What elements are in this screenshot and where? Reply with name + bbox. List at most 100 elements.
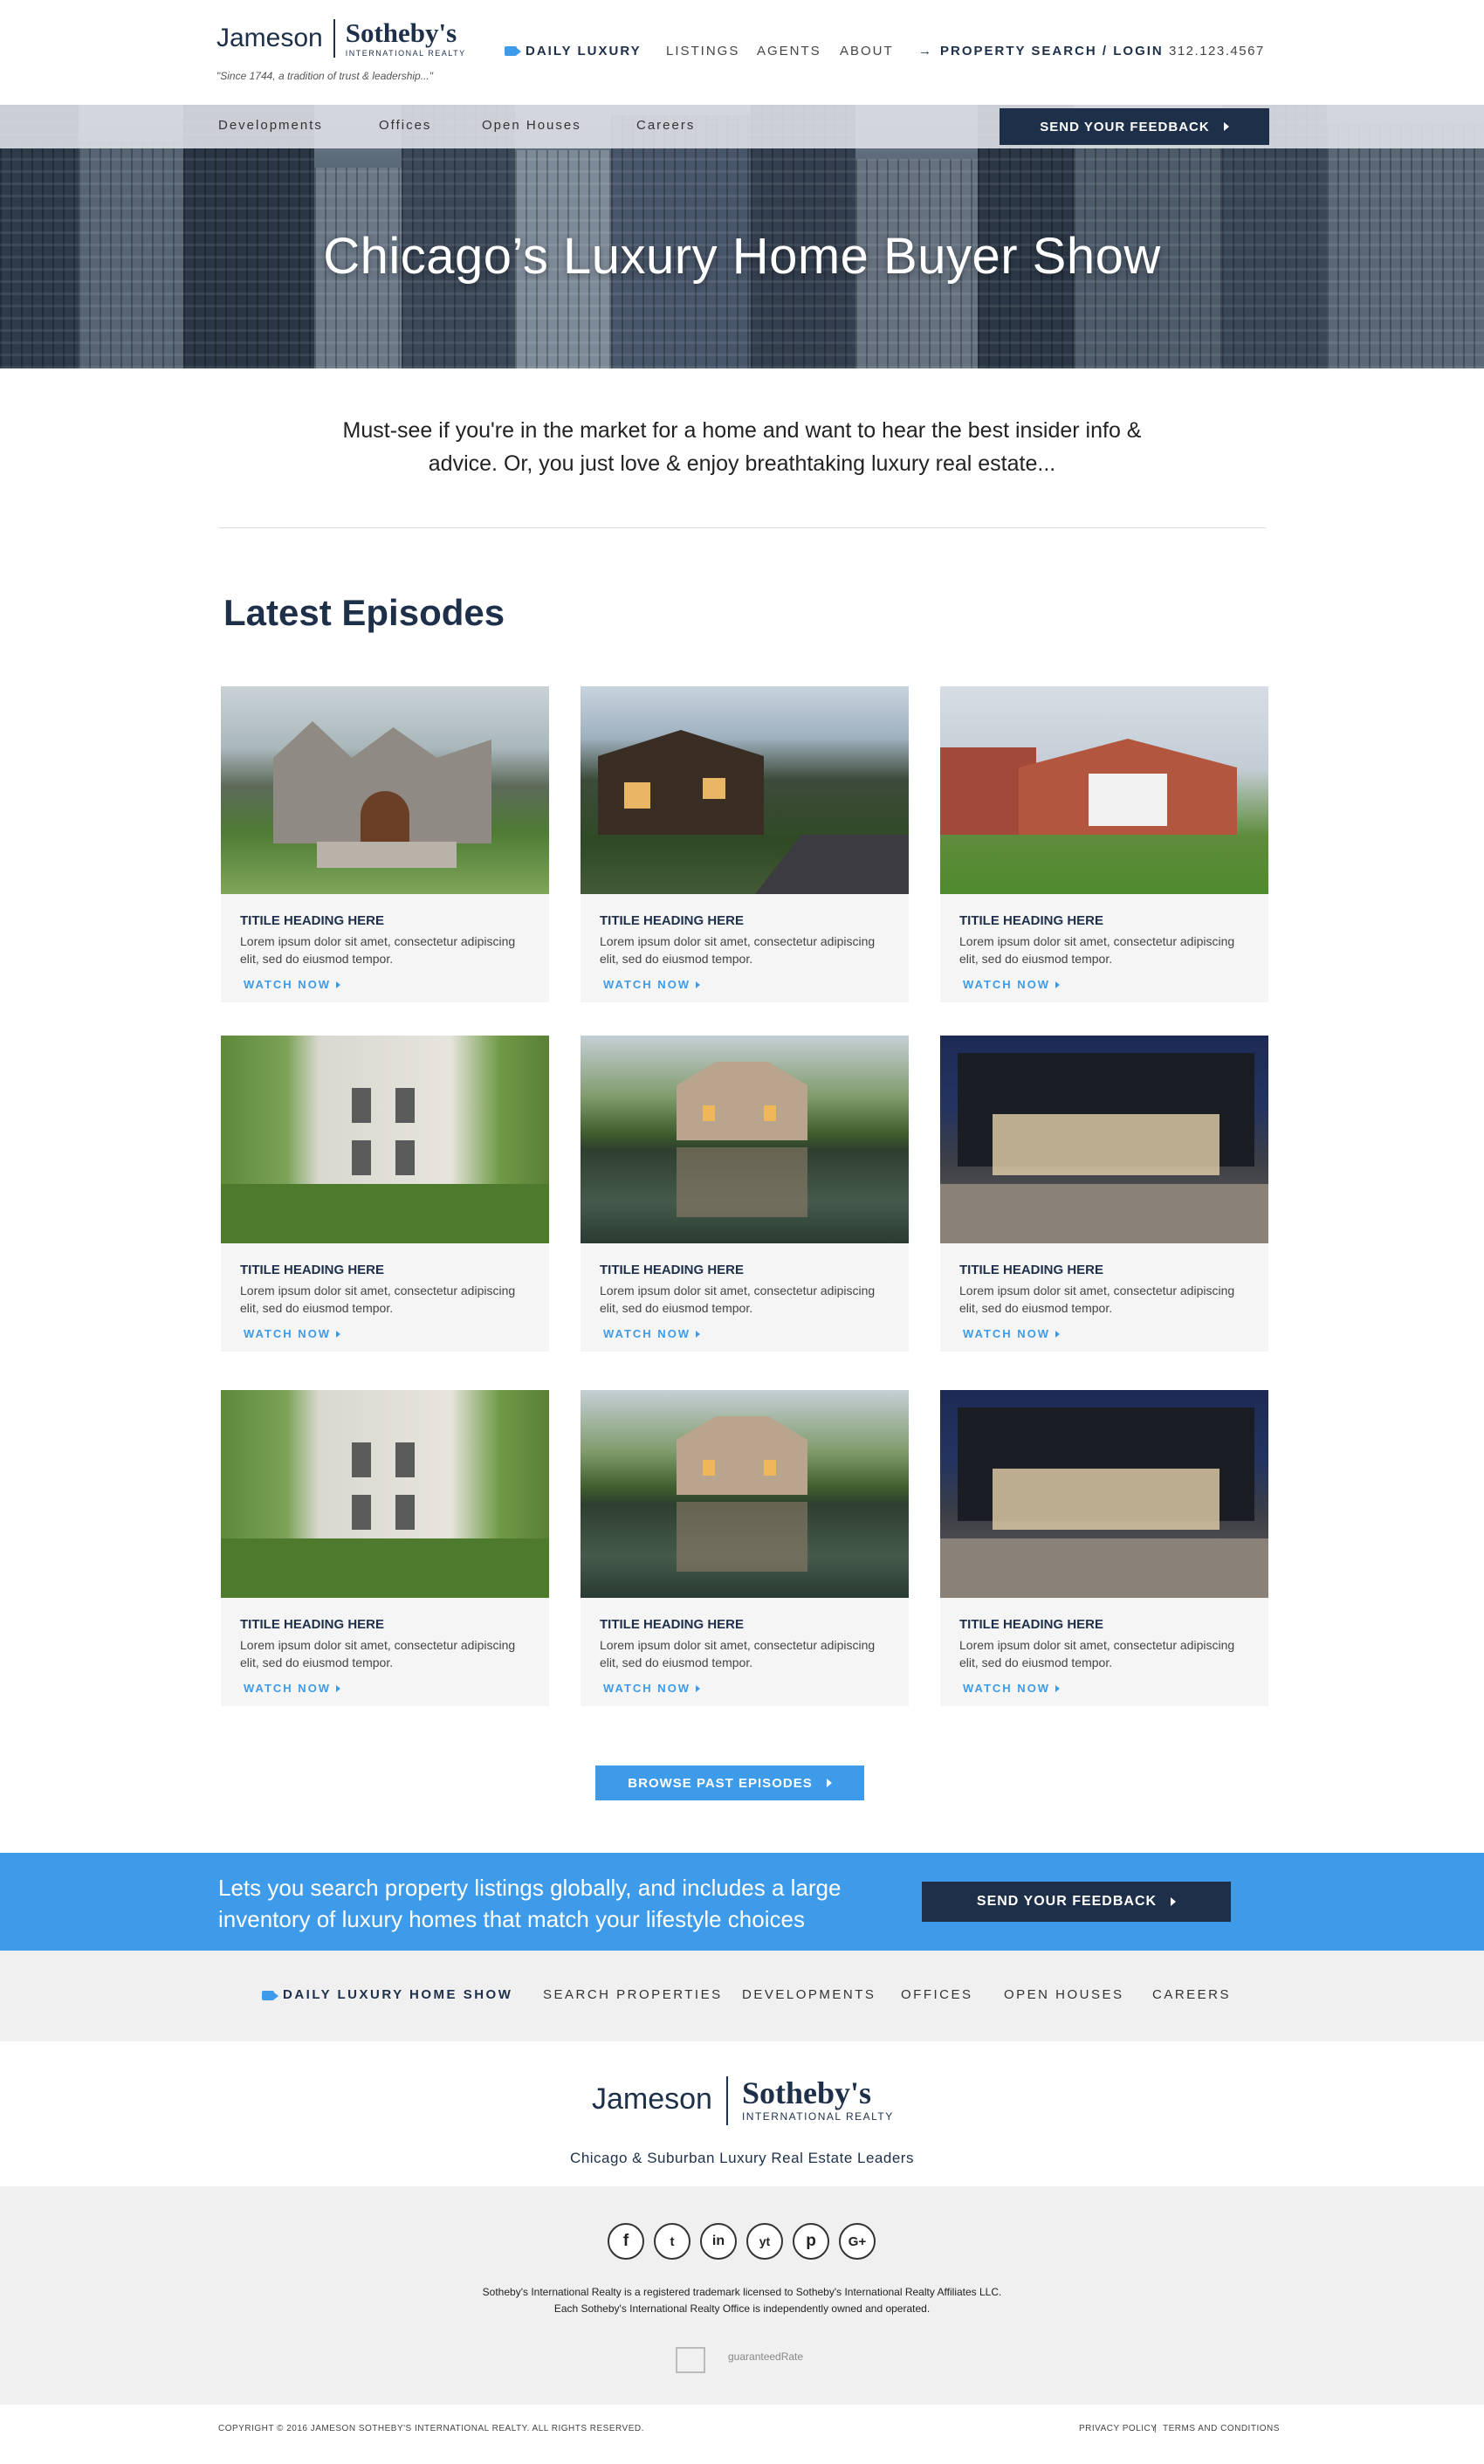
nav-listings[interactable]: LISTINGS	[666, 44, 739, 59]
google-plus-icon[interactable]: G+	[839, 2223, 876, 2260]
footer-nav-daily-luxury-home-show[interactable]: DAILY LUXURY HOME SHOW	[262, 1987, 512, 2002]
send-feedback-label: SEND YOUR FEEDBACK	[1040, 119, 1210, 134]
caret-right-icon	[696, 1331, 701, 1338]
tagline: "Since 1744, a tradition of trust & lead…	[216, 70, 433, 82]
footer-nav-search-properties[interactable]: SEARCH PROPERTIES	[543, 1987, 723, 2002]
nav-agents[interactable]: AGENTS	[757, 44, 821, 59]
watch-now-label: WATCH NOW	[603, 1327, 691, 1340]
episode-description: Lorem ipsum dolor sit amet, consectetur …	[959, 1284, 1235, 1315]
watch-now-link[interactable]: WATCH NOW	[963, 1682, 1061, 1695]
hero-title: Chicago’s Luxury Home Buyer Show	[323, 228, 1161, 285]
footer-separator: |	[1154, 2424, 1158, 2433]
nav-property-search[interactable]: → PROPERTY SEARCH / LOGIN	[918, 44, 1164, 59]
watch-now-link[interactable]: WATCH NOW	[603, 978, 701, 991]
episode-thumbnail[interactable]	[221, 1036, 549, 1243]
arrow-right-icon: →	[918, 43, 933, 59]
footer-brand: Jameson Sotheby's INTERNATIONAL REALTY C…	[0, 2041, 1484, 2186]
watch-now-link[interactable]: WATCH NOW	[603, 1682, 701, 1695]
episode-thumbnail[interactable]	[221, 1390, 549, 1598]
browse-past-episodes-button[interactable]: BROWSE PAST EPISODES	[595, 1765, 864, 1800]
episode-thumbnail[interactable]	[581, 686, 909, 894]
episode-title: TITILE HEADING HERE	[959, 913, 1104, 928]
send-feedback-button[interactable]: SEND YOUR FEEDBACK	[922, 1882, 1231, 1922]
footer-logo[interactable]: Jameson Sotheby's INTERNATIONAL REALTY	[592, 2076, 894, 2125]
guaranteed-rate-logo: guaranteedRate	[728, 2350, 804, 2363]
episode-thumbnail[interactable]	[940, 1036, 1268, 1243]
logo-sothebys: Sotheby's INTERNATIONAL REALTY	[335, 19, 466, 59]
episode-card[interactable]: TITILE HEADING HERE Lorem ipsum dolor si…	[581, 1036, 909, 1352]
episode-thumbnail[interactable]	[581, 1390, 909, 1598]
equal-housing-icon	[676, 2347, 705, 2373]
watch-now-label: WATCH NOW	[603, 978, 691, 991]
episode-card[interactable]: TITILE HEADING HERE Lorem ipsum dolor si…	[221, 1390, 549, 1706]
footer-nav-open-houses[interactable]: OPEN HOUSES	[1004, 1987, 1124, 2002]
privacy-policy-link[interactable]: PRIVACY POLICY	[1079, 2424, 1157, 2433]
footer-nav: DAILY LUXURY HOME SHOW SEARCH PROPERTIES…	[0, 1951, 1484, 2041]
episode-thumbnail[interactable]	[940, 686, 1268, 894]
footer-nav-offices[interactable]: OFFICES	[901, 1987, 973, 2002]
watch-now-link[interactable]: WATCH NOW	[963, 978, 1061, 991]
twitter-icon[interactable]: t	[654, 2223, 690, 2260]
episode-thumbnail[interactable]	[581, 1036, 909, 1243]
send-feedback-label: SEND YOUR FEEDBACK	[976, 1894, 1158, 1909]
watch-now-label: WATCH NOW	[244, 978, 332, 991]
watch-now-label: WATCH NOW	[963, 1682, 1051, 1695]
watch-now-link[interactable]: WATCH NOW	[244, 1327, 341, 1340]
episode-card[interactable]: TITILE HEADING HERE Lorem ipsum dolor si…	[940, 686, 1268, 1002]
watch-now-link[interactable]: WATCH NOW	[244, 1682, 341, 1695]
nav-daily-luxury[interactable]: DAILY LUXURY	[505, 44, 642, 59]
page: { "header": { "logo_left": "Jameson", "l…	[0, 0, 1484, 2464]
send-feedback-button[interactable]: SEND YOUR FEEDBACK	[1000, 108, 1269, 145]
subnav-developments[interactable]: Developments	[218, 118, 323, 133]
linkedin-icon[interactable]: in	[700, 2223, 737, 2260]
phone-number[interactable]: 312.123.4567	[1169, 44, 1265, 59]
legal-line-1: Sotheby's International Realty is a regi…	[482, 2286, 1002, 2298]
episode-description: Lorem ipsum dolor sit amet, consectetur …	[240, 1638, 516, 1669]
pinterest-icon[interactable]: p	[793, 2223, 829, 2260]
episode-title: TITILE HEADING HERE	[240, 1263, 385, 1277]
youtube-icon[interactable]: yt	[746, 2223, 783, 2260]
logo-jameson: Jameson	[216, 24, 323, 52]
nav-about[interactable]: ABOUT	[840, 44, 894, 59]
nav-property-search-label: PROPERTY SEARCH / LOGIN	[940, 43, 1164, 59]
episode-thumbnail[interactable]	[221, 686, 549, 894]
episode-title: TITILE HEADING HERE	[600, 913, 745, 928]
episode-card[interactable]: TITILE HEADING HERE Lorem ipsum dolor si…	[581, 686, 909, 1002]
episode-thumbnail[interactable]	[940, 1390, 1268, 1598]
episode-card[interactable]: TITILE HEADING HERE Lorem ipsum dolor si…	[221, 1036, 549, 1352]
watch-now-link[interactable]: WATCH NOW	[603, 1327, 701, 1340]
episode-title: TITILE HEADING HERE	[959, 1263, 1104, 1277]
feedback-banner: Lets you search property listings global…	[0, 1853, 1484, 1951]
footer-nav-developments[interactable]: DEVELOPMENTS	[742, 1987, 876, 2002]
watch-now-label: WATCH NOW	[244, 1327, 332, 1340]
subnav-careers[interactable]: Careers	[636, 118, 695, 133]
episode-description: Lorem ipsum dolor sit amet, consectetur …	[959, 1638, 1235, 1669]
caret-right-icon	[336, 981, 341, 988]
caret-right-icon	[336, 1331, 341, 1338]
watch-now-label: WATCH NOW	[603, 1682, 691, 1695]
subnav-offices[interactable]: Offices	[379, 118, 431, 133]
terms-link[interactable]: TERMS AND CONDITIONS	[1163, 2424, 1280, 2433]
episode-card[interactable]: TITILE HEADING HERE Lorem ipsum dolor si…	[940, 1036, 1268, 1352]
footer-logo-sothebys-text: Sotheby's	[741, 2075, 872, 2110]
subnav-open-houses[interactable]: Open Houses	[482, 118, 581, 133]
footer-nav-careers[interactable]: CAREERS	[1152, 1987, 1231, 2002]
video-camera-icon	[262, 1990, 278, 2000]
brand-logo[interactable]: Jameson Sotheby's INTERNATIONAL REALTY	[216, 19, 466, 59]
footer-logo-sothebys: Sotheby's INTERNATIONAL REALTY	[728, 2076, 894, 2123]
facebook-icon[interactable]: f	[608, 2223, 644, 2260]
watch-now-link[interactable]: WATCH NOW	[963, 1327, 1061, 1340]
watch-now-label: WATCH NOW	[963, 1327, 1051, 1340]
caret-right-icon	[1055, 1685, 1061, 1692]
episode-card[interactable]: TITILE HEADING HERE Lorem ipsum dolor si…	[581, 1390, 909, 1706]
footer-logo-sub: INTERNATIONAL REALTY	[741, 2110, 894, 2123]
episode-title: TITILE HEADING HERE	[959, 1617, 1104, 1632]
watch-now-link[interactable]: WATCH NOW	[244, 978, 341, 991]
section-title: Latest Episodes	[223, 592, 505, 633]
nav-daily-luxury-label: DAILY LUXURY	[526, 43, 642, 59]
episode-title: TITILE HEADING HERE	[600, 1263, 745, 1277]
episode-card[interactable]: TITILE HEADING HERE Lorem ipsum dolor si…	[221, 686, 549, 1002]
legal-line-2: Each Sotheby's International Realty Offi…	[553, 2302, 931, 2315]
footer-nav-daily-label: DAILY LUXURY HOME SHOW	[283, 1987, 513, 2002]
episode-card[interactable]: TITILE HEADING HERE Lorem ipsum dolor si…	[940, 1390, 1268, 1706]
